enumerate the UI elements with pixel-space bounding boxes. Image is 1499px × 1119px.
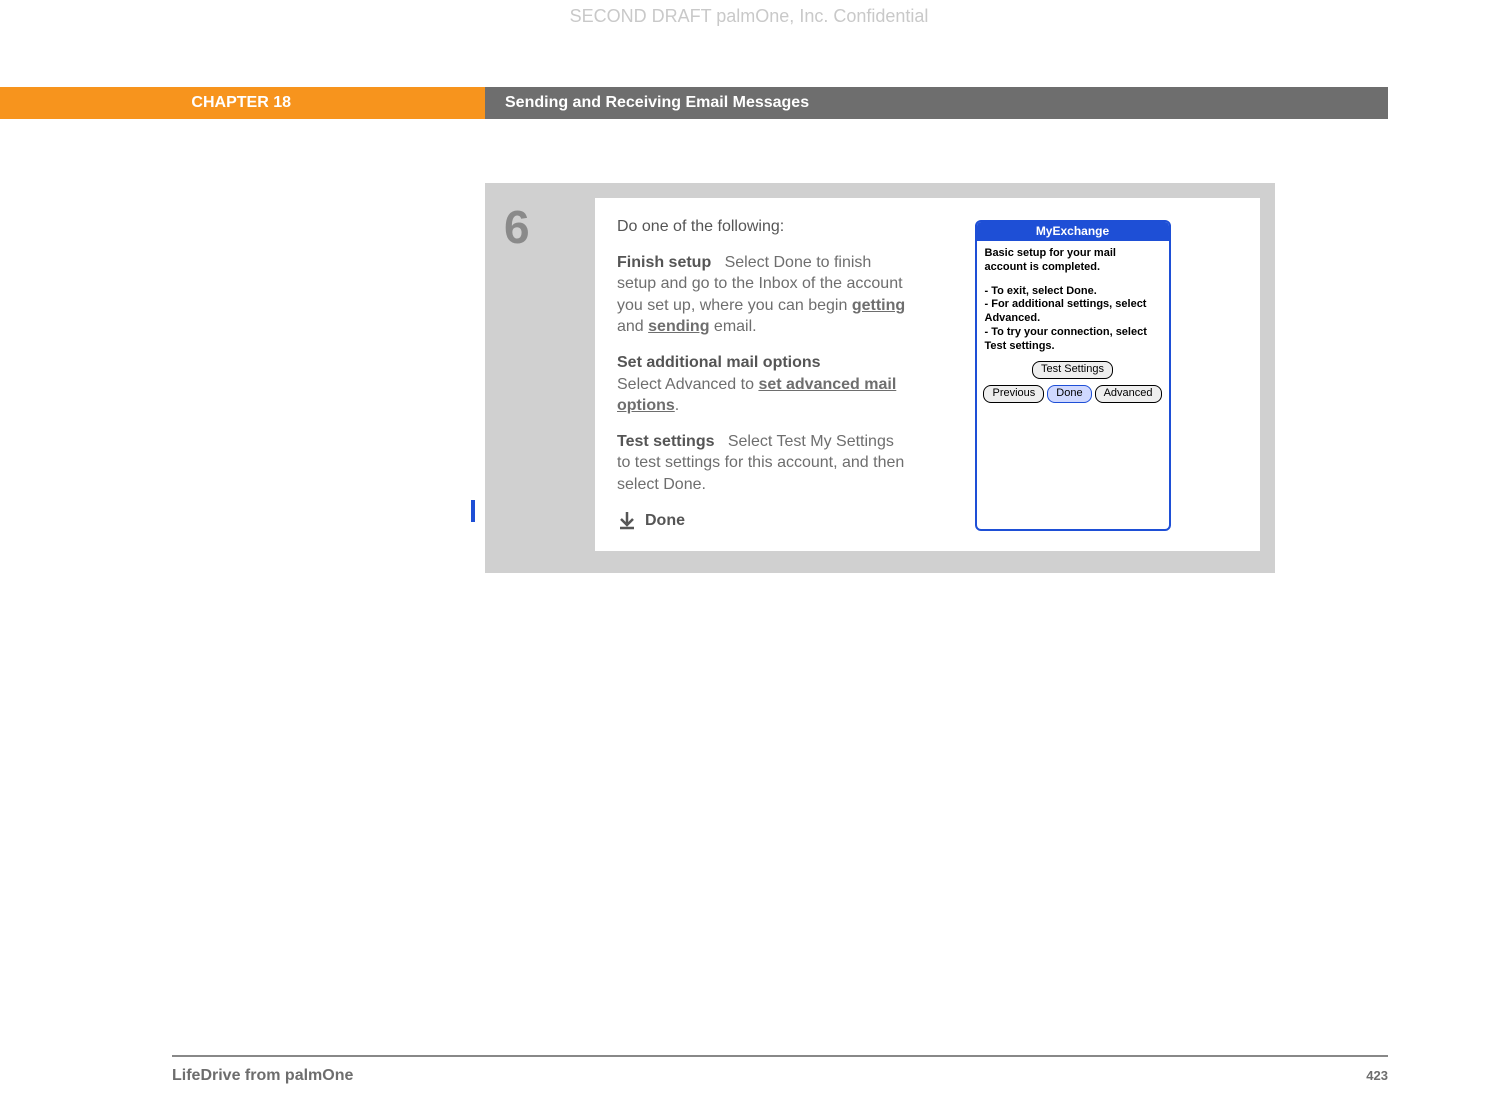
page: SECOND DRAFT palmOne, Inc. Confidential … <box>110 0 1388 1119</box>
test-settings-paragraph: Test settings Select Test My Settings to… <box>617 431 907 496</box>
chapter-bar: CHAPTER 18 Sending and Receiving Email M… <box>0 87 1388 119</box>
finish-setup-text-2: and <box>617 318 648 335</box>
additional-options-text-2: . <box>675 397 679 414</box>
palm-window: MyExchange Basic setup for your mail acc… <box>975 220 1171 531</box>
palm-bullet-2: - For additional settings, select Advanc… <box>985 298 1161 326</box>
step-content: Do one of the following: Finish setup Se… <box>595 198 1260 551</box>
watermark-text: SECOND DRAFT palmOne, Inc. Confidential <box>110 6 1388 27</box>
additional-options-text-1: Select Advanced to <box>617 376 758 393</box>
finish-setup-label: Finish setup <box>617 254 711 271</box>
palm-bullet-1: - To exit, select Done. <box>985 285 1161 299</box>
additional-options-label: Set additional mail options <box>617 354 821 371</box>
advanced-button[interactable]: Advanced <box>1095 385 1162 403</box>
step-number-column: 6 <box>500 198 595 551</box>
palm-window-title: MyExchange <box>977 222 1169 241</box>
screenshot-column: MyExchange Basic setup for your mail acc… <box>907 216 1238 531</box>
previous-button[interactable]: Previous <box>983 385 1044 403</box>
footer-product: LifeDrive from palmOne <box>172 1067 353 1085</box>
done-button[interactable]: Done <box>1047 385 1091 403</box>
done-label: Done <box>645 510 685 532</box>
palm-line-1: Basic setup for your mail account is com… <box>985 247 1161 275</box>
test-settings-label: Test settings <box>617 433 715 450</box>
sending-link[interactable]: sending <box>648 318 709 335</box>
step-number: 6 <box>504 200 595 254</box>
change-bar-icon <box>471 500 475 522</box>
done-row: Done <box>617 510 907 532</box>
additional-options-paragraph: Set additional mail options Select Advan… <box>617 352 907 417</box>
done-arrow-icon <box>617 510 637 530</box>
palm-button-row-2: Previous Done Advanced <box>985 385 1161 403</box>
palm-button-row-1: Test Settings <box>985 361 1161 379</box>
test-settings-button[interactable]: Test Settings <box>1032 361 1113 379</box>
instruction-text: Do one of the following: Finish setup Se… <box>617 216 907 531</box>
footer-rule <box>172 1055 1388 1057</box>
getting-link[interactable]: getting <box>852 297 905 314</box>
chapter-label: CHAPTER 18 <box>0 87 485 119</box>
finish-setup-paragraph: Finish setup Select Done to finish setup… <box>617 252 907 338</box>
palm-window-body: Basic setup for your mail account is com… <box>977 241 1169 411</box>
footer-page-number: 423 <box>1366 1068 1388 1083</box>
step-block: 6 Do one of the following: Finish setup … <box>485 183 1275 573</box>
step-intro: Do one of the following: <box>617 216 907 238</box>
finish-setup-text-3: email. <box>709 318 756 335</box>
chapter-title: Sending and Receiving Email Messages <box>485 87 1388 119</box>
palm-bullet-3: - To try your connection, select Test se… <box>985 326 1161 354</box>
